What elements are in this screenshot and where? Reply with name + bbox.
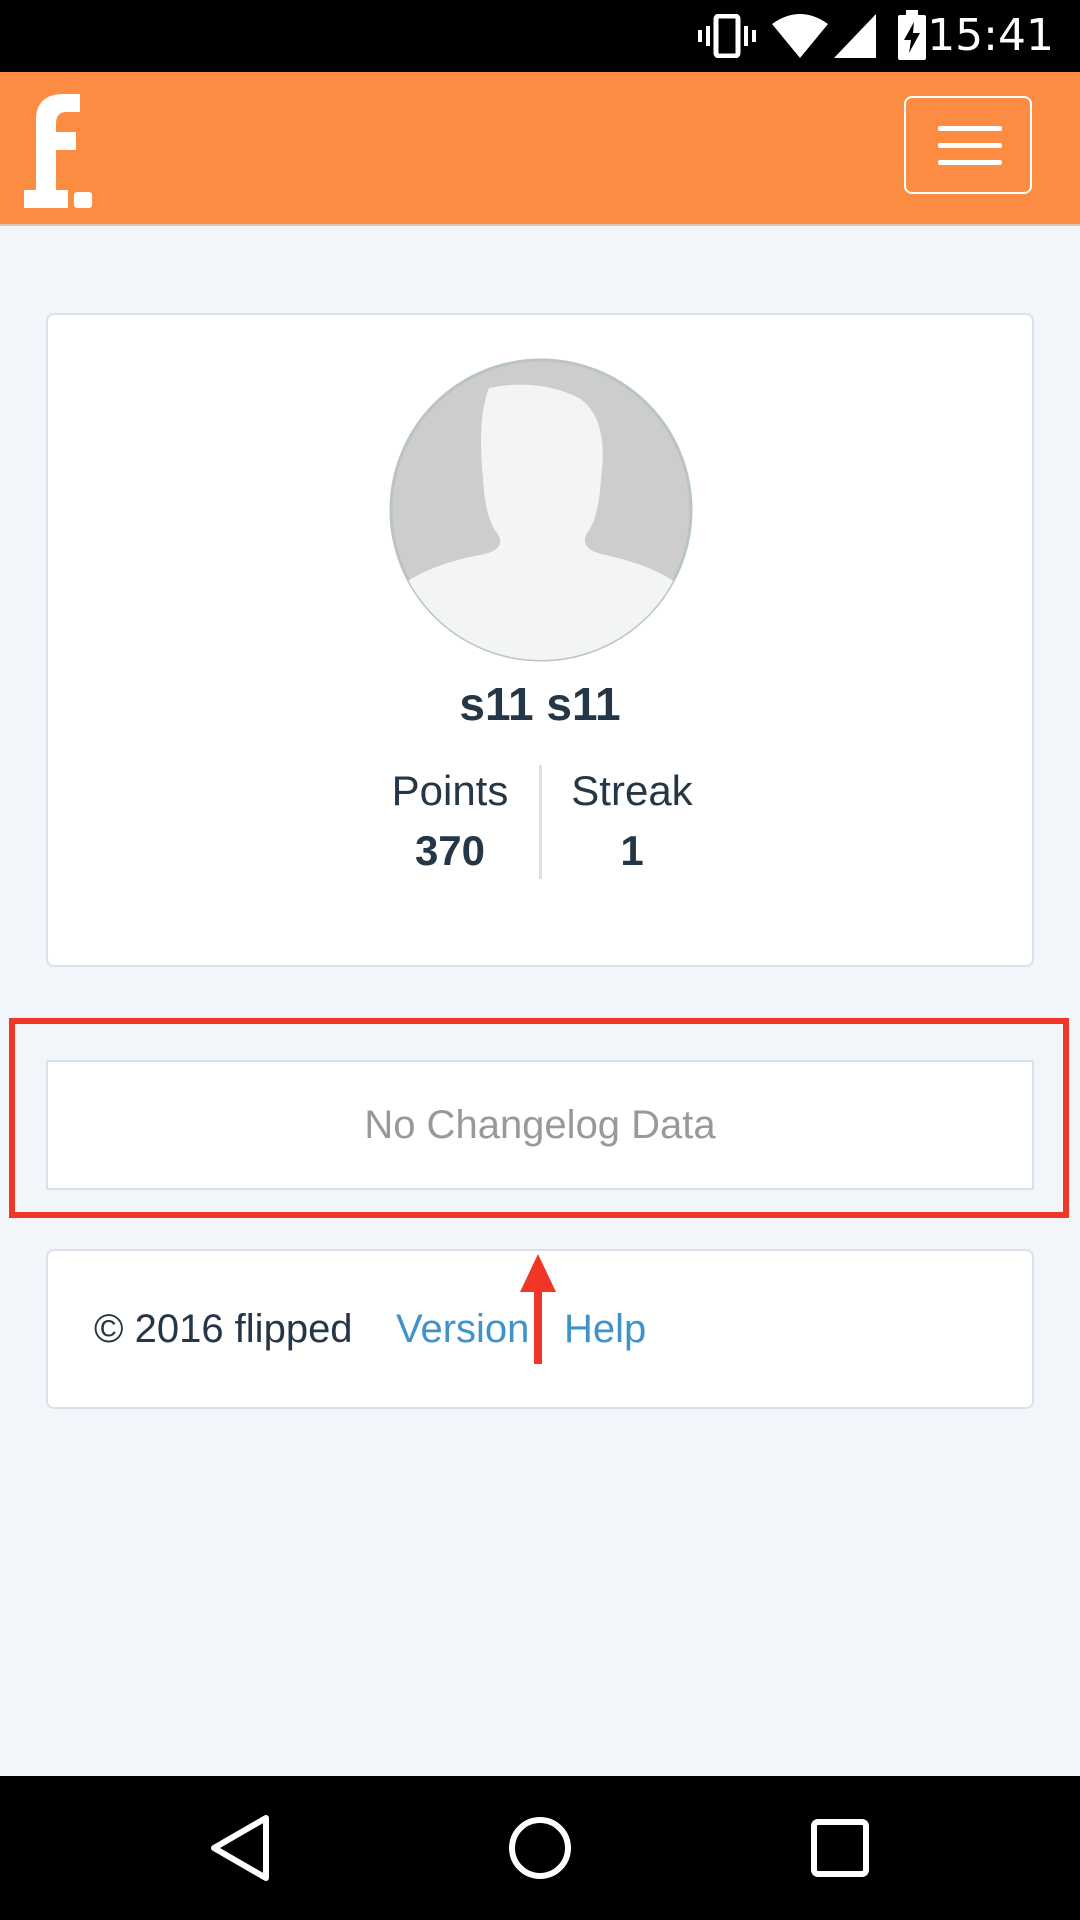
system-nav-bar	[0, 1776, 1080, 1920]
points-label: Points	[391, 767, 509, 814]
points-stat: Points 370	[360, 765, 540, 877]
menu-button[interactable]	[904, 96, 1032, 194]
status-bar: 15:41	[0, 0, 1080, 72]
streak-stat: Streak 1	[542, 765, 722, 877]
battery-charging-icon	[898, 10, 926, 60]
profile-card: s11 s11 Points 370 Streak 1	[46, 313, 1034, 967]
version-link[interactable]: Version	[396, 1305, 529, 1353]
points-value: 370	[414, 827, 486, 874]
profile-stats: Points 370 Streak 1	[48, 765, 1032, 885]
profile-name: s11 s11	[459, 678, 621, 730]
changelog-message: No Changelog Data	[364, 1102, 716, 1147]
changelog-card: No Changelog Data	[46, 1060, 1034, 1190]
copyright-text: © 2016 flipped	[94, 1307, 353, 1351]
recents-icon[interactable]	[804, 1812, 876, 1884]
wifi-icon	[772, 14, 828, 58]
back-icon[interactable]	[204, 1812, 276, 1884]
streak-value: 1	[620, 827, 644, 874]
up-arrow-icon	[520, 1254, 556, 1364]
app-header	[0, 72, 1080, 226]
streak-label: Streak	[571, 767, 693, 814]
default-avatar-icon	[389, 358, 693, 662]
help-link[interactable]: Help	[564, 1305, 646, 1353]
home-icon[interactable]	[504, 1812, 576, 1884]
flipped-logo[interactable]	[24, 88, 96, 212]
signal-icon	[834, 14, 876, 58]
vibrate-icon	[698, 14, 756, 58]
status-time: 15:41	[927, 10, 1054, 61]
